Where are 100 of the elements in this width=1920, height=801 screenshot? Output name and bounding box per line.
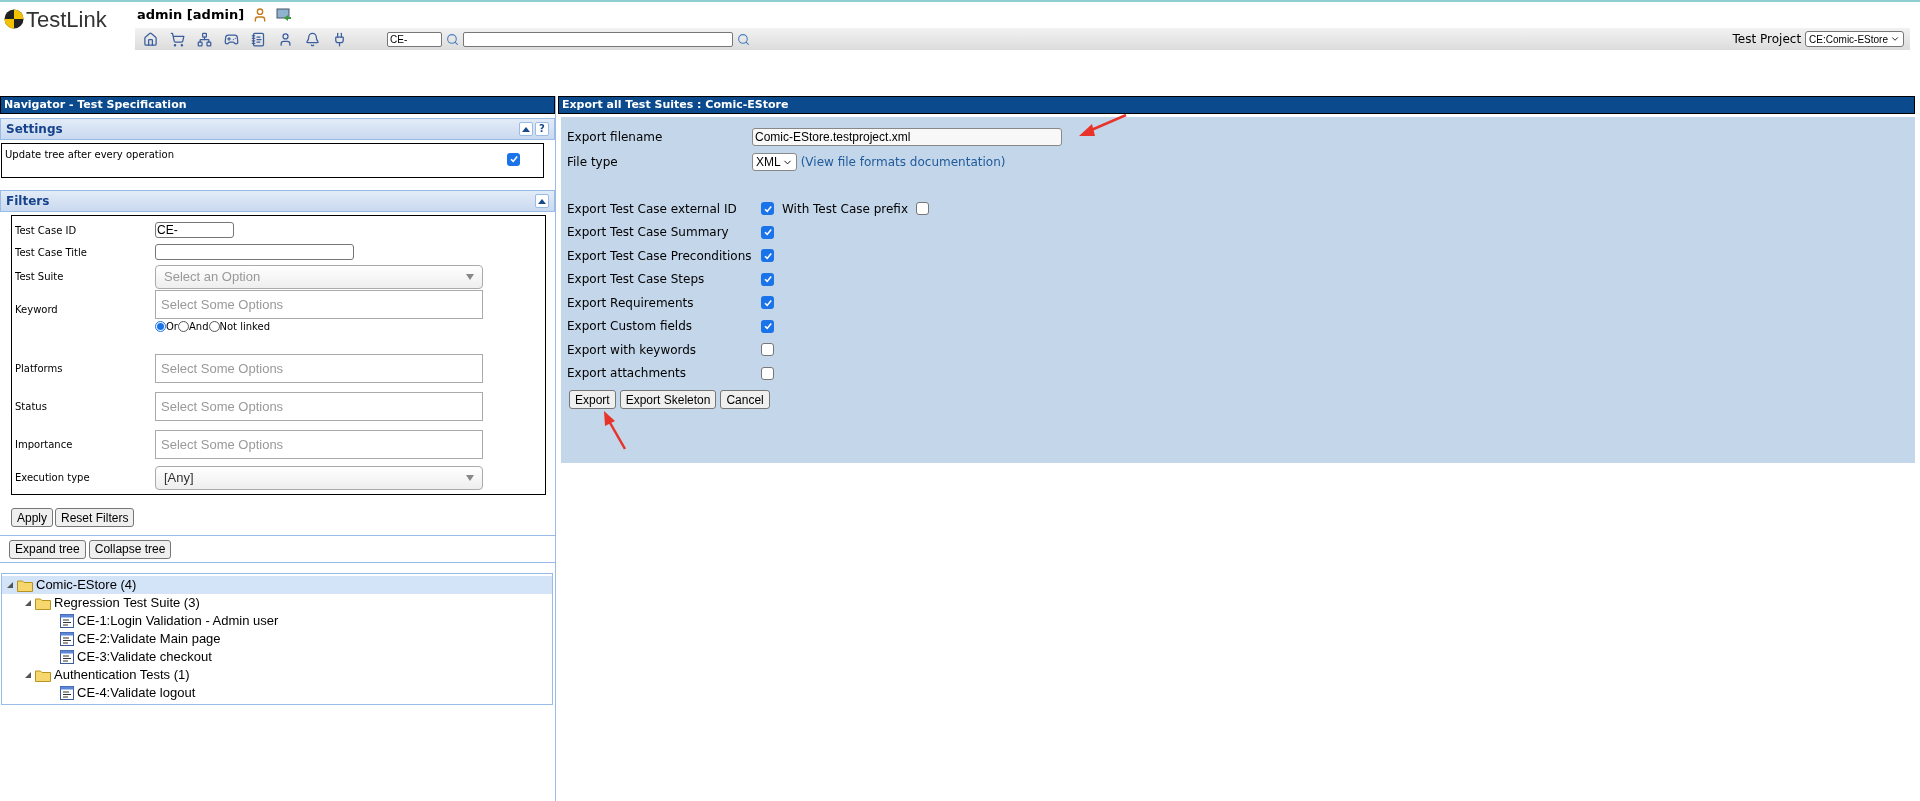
dropdown-triangle-icon [466,273,474,280]
filter-button[interactable]: Apply [11,508,54,527]
collapse-button[interactable] [519,122,533,136]
checkbox[interactable] [761,366,774,380]
filter-label: Status [15,400,48,414]
file-type-select[interactable]: XML [752,153,797,171]
option-label: Export Test Case Steps [567,271,706,289]
text-field[interactable]: CE- [155,222,234,238]
option-label: Export Test Case external ID [567,200,738,218]
tree-item[interactable]: CE-1:Login Validation - Admin user [2,612,552,630]
multi-select-field[interactable]: Select Some Options [155,290,483,319]
gamepad-icon[interactable] [224,31,239,47]
checkbox[interactable] [761,225,774,239]
test-case-id-field[interactable]: CE- [387,31,442,47]
option-label: Export Test Case Summary [567,224,730,242]
search-icon[interactable] [737,32,750,46]
checkbox[interactable] [761,296,774,310]
option-label: Export Requirements [567,294,695,312]
folder-icon [35,596,51,610]
tree-item[interactable]: CE-3:Validate checkout [2,648,552,666]
checkbox[interactable] [761,249,774,263]
checkbox[interactable] [761,343,774,357]
checkbox[interactable] [761,319,774,333]
dropdown-triangle-icon [466,474,474,481]
folder-icon [35,668,51,682]
search-field[interactable] [463,31,733,47]
checkbox[interactable] [761,272,774,286]
form-button[interactable]: Export [569,390,616,409]
radio-label: Not linked [219,320,271,334]
multi-select-field[interactable]: Select Some Options [155,430,483,459]
filter-label: Platforms [15,362,64,376]
filter-label: Execution type [15,471,91,485]
option-label: Export Test Case Preconditions [567,247,753,265]
option-label: Export attachments [567,365,688,383]
expand-triangle-icon[interactable] [6,581,14,589]
checkbox[interactable] [761,202,774,216]
user-name: admin [admin] [137,6,245,25]
text-field[interactable] [155,244,354,260]
notebook-icon[interactable] [251,31,266,47]
section-title: Settings [6,121,63,138]
filename-field[interactable]: Comic-EStore.testproject.xml [752,128,1062,146]
collapse-button[interactable] [535,194,549,208]
checkbox[interactable] [916,202,930,216]
checkbox[interactable] [507,152,520,166]
panel-title: Export all Test Suites : Comic-EStore [562,96,789,113]
option-label: With Test Case prefix [782,200,909,218]
tree-button[interactable]: Expand tree [9,539,86,559]
tree-item[interactable]: Authentication Tests (1) [2,666,552,684]
radio-button[interactable] [208,321,220,332]
logo-text: TestLink [26,9,107,31]
field-label: File type [567,154,619,171]
tree-button[interactable]: Collapse tree [88,539,172,559]
home-icon[interactable] [143,31,158,47]
option-label: Export Custom fields [567,318,694,336]
expand-triangle-icon[interactable] [24,599,32,607]
annotation-arrow [603,411,626,450]
test-project-label: Test Project [1732,31,1802,48]
filter-label: Test Case ID [15,223,78,238]
section-title: Filters [6,193,50,210]
radio-label: And [189,320,209,334]
filter-button[interactable]: Reset Filters [55,508,135,527]
tree-item[interactable]: Regression Test Suite (3) [2,594,552,612]
radio-label: Or [166,320,178,334]
filter-label: Keyword [15,303,59,317]
multi-select-field[interactable]: Select Some Options [155,354,483,383]
select-field[interactable]: [Any] [155,465,483,490]
logo-icon [4,9,24,29]
filter-label: Test Suite [15,270,65,284]
tree-item[interactable]: CE-2:Validate Main page [2,630,552,648]
document-icon [60,686,74,700]
chevron-down-icon [1890,34,1900,44]
bell-icon[interactable] [305,31,320,47]
tree-item[interactable]: CE-4:Validate logout [2,684,552,702]
form-button[interactable]: Export Skeleton [619,390,717,409]
document-icon [60,650,74,664]
cart-icon[interactable] [170,31,185,47]
option-label: Export with keywords [567,341,698,359]
setting-label: Update tree after every operation [5,148,174,162]
tree-structure-icon[interactable] [197,31,212,47]
form-button[interactable]: Cancel [720,390,770,409]
document-icon [60,632,74,646]
multi-select-field[interactable]: Select Some Options [155,392,483,421]
radio-button[interactable] [155,321,166,332]
document-icon [60,614,74,628]
plug-icon[interactable] [332,31,347,47]
user-icon[interactable] [278,31,293,47]
help-button[interactable]: ? [535,122,549,136]
annotation-arrow [1078,114,1127,137]
triangle-up-icon [538,198,546,204]
search-icon[interactable] [446,32,459,46]
project-select[interactable]: CE:Comic-EStore [1805,31,1904,47]
documentation-link[interactable]: (View file formats documentation) [800,153,1006,171]
field-label: Export filename [567,129,664,146]
triangle-up-icon [522,126,530,132]
tree-item[interactable]: Comic-EStore (4) [2,576,552,594]
expand-triangle-icon[interactable] [24,671,32,679]
filter-label: Importance [15,438,74,452]
logout-icon[interactable] [276,7,293,23]
folder-icon [17,578,33,592]
radio-button[interactable] [178,321,189,332]
